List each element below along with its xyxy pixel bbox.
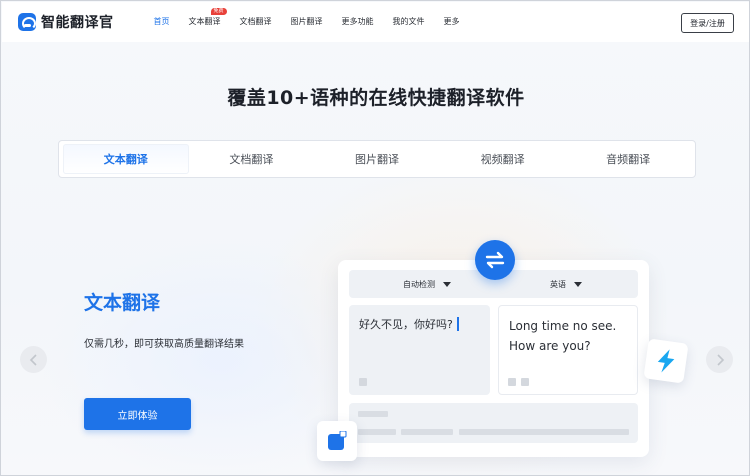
translator-demo-card: 自动检测 英语 好久不见，你好吗? Long time no see. How … [338,260,649,457]
tab-doc-translate[interactable]: 文档翻译 [189,144,315,174]
target-text: Long time no see. How are you? [509,316,634,356]
nav-item-image-translate[interactable]: 图片翻译 [291,2,323,42]
placeholder-icon [359,378,367,386]
text-cursor [456,317,459,331]
chevron-right-icon [716,353,724,366]
carousel-prev-button[interactable] [20,346,47,373]
target-text-line: Long time no see. [509,319,617,333]
tab-video-translate[interactable]: 视频翻译 [440,144,566,174]
lightning-icon [657,349,675,373]
free-badge: 免费 [210,8,227,15]
target-text-line: How are you? [509,339,591,353]
feature-description: 仅需几秒，即可获取高质量翻译结果 [84,339,244,350]
target-language-select[interactable]: 英语 [550,270,582,298]
edit-square-icon [328,431,347,450]
nav-item-more[interactable]: 更多 [444,2,460,42]
source-text-row: 好久不见，你好吗? [359,316,459,332]
swap-languages-button[interactable] [475,240,515,280]
source-text-box[interactable]: 好久不见，你好吗? [349,305,490,395]
placeholder-bar [358,429,396,435]
swap-arrows-icon [485,251,505,269]
nav-item-home[interactable]: 首页 [154,2,170,42]
speaker-icon[interactable] [521,378,529,386]
caret-down-icon [443,281,451,287]
nav-item-text-translate[interactable]: 文本翻译 免费 [188,2,227,42]
copy-icon[interactable] [508,378,516,386]
target-text-box: Long time no see. How are you? [498,305,638,395]
lightning-tile [643,338,689,384]
feature-title: 文本翻译 [84,292,161,314]
tab-audio-translate[interactable]: 音频翻译 [565,144,691,174]
nav-item-my-files[interactable]: 我的文件 [393,2,425,42]
target-language-label: 英语 [550,279,566,289]
feature-tabs: 文本翻译 文档翻译 图片翻译 视频翻译 音频翻译 [58,140,696,178]
placeholder-bar [459,429,629,435]
placeholder-bar [401,429,453,435]
nav-item-doc-translate[interactable]: 文档翻译 [240,2,272,42]
translator-logo-icon [18,13,36,31]
logo[interactable]: 智能翻译官 [18,12,114,32]
source-language-label: 自动检测 [403,279,435,289]
chevron-left-icon [29,353,37,366]
edit-tile [317,421,357,461]
source-language-select[interactable]: 自动检测 [403,270,451,298]
tab-text-translate[interactable]: 文本翻译 [63,144,189,174]
carousel-next-button[interactable] [706,346,733,373]
nav-item-more-features[interactable]: 更多功能 [342,2,374,42]
source-text: 好久不见，你好吗? [359,318,453,331]
login-button[interactable]: 登录/注册 [681,13,734,33]
history-placeholder [349,403,638,443]
app-name: 智能翻译官 [41,15,114,31]
hero-title: 覆盖10+语种的在线快捷翻译软件 [227,87,525,109]
tab-image-translate[interactable]: 图片翻译 [314,144,440,174]
caret-down-icon [574,281,582,287]
nav-item-label: 文本翻译 [188,17,221,26]
nav-menu: 首页 文本翻译 免费 文档翻译 图片翻译 更多功能 我的文件 更多 [154,2,479,42]
try-now-button[interactable]: 立即体验 [84,398,191,430]
placeholder-bar [358,411,388,417]
page-frame: 智能翻译官 首页 文本翻译 免费 文档翻译 图片翻译 更多功能 我的文件 更多 … [0,0,750,476]
top-nav: 智能翻译官 首页 文本翻译 免费 文档翻译 图片翻译 更多功能 我的文件 更多 … [2,2,749,42]
